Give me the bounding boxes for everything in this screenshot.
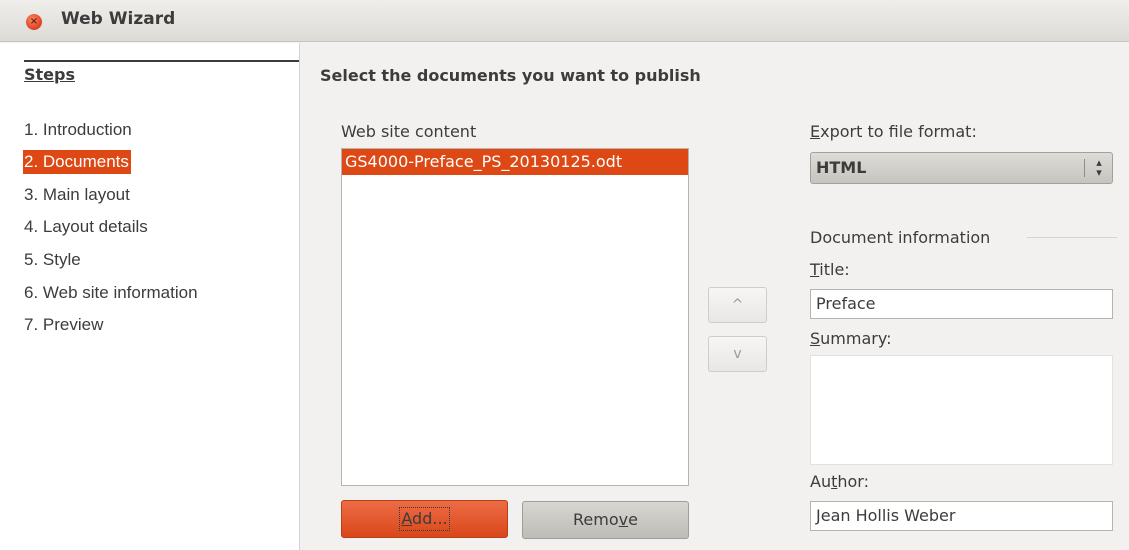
step-web-site-information[interactable]: 6. Web site information	[23, 281, 200, 305]
add-button[interactable]: Add...	[341, 500, 508, 538]
title-label: Title:	[810, 260, 850, 279]
remove-button-label: Remove	[573, 510, 638, 529]
steps-panel: Steps 1. Introduction 2. Documents 3. Ma…	[0, 43, 299, 550]
export-format-value: HTML	[816, 158, 867, 177]
select-separator	[1084, 159, 1085, 177]
move-up-button[interactable]: ^	[708, 287, 767, 323]
summary-label: Summary:	[810, 329, 892, 348]
section-title: Select the documents you want to publish	[320, 66, 701, 85]
step-documents[interactable]: 2. Documents	[23, 150, 131, 174]
export-format-select[interactable]: HTML ▴ ▾	[810, 152, 1113, 184]
close-icon[interactable]: ×	[26, 14, 42, 30]
author-label: Author:	[810, 472, 869, 491]
web-site-content-label: Web site content	[341, 122, 477, 141]
panel-divider	[299, 43, 300, 550]
step-main-layout[interactable]: 3. Main layout	[23, 183, 132, 207]
author-field[interactable]: Jean Hollis Weber	[810, 501, 1113, 531]
up-down-arrows-icon: ▴ ▾	[1096, 156, 1102, 179]
export-format-label: Export to file format:	[810, 122, 977, 141]
group-divider	[1027, 237, 1117, 238]
add-button-label: Add...	[399, 507, 450, 531]
remove-button[interactable]: Remove	[522, 501, 689, 539]
step-preview[interactable]: 7. Preview	[23, 313, 105, 337]
chevron-up-icon: ^	[731, 297, 744, 313]
step-introduction[interactable]: 1. Introduction	[23, 118, 134, 142]
steps-divider	[24, 60, 299, 62]
title-field[interactable]: Preface	[810, 289, 1113, 319]
steps-heading: Steps	[24, 65, 75, 84]
document-information-heading: Document information	[810, 228, 991, 247]
chevron-down-icon: v	[733, 346, 742, 362]
step-style[interactable]: 5. Style	[23, 248, 83, 272]
web-site-content-list[interactable]: GS4000-Preface_PS_20130125.odt	[341, 148, 689, 486]
window-titlebar: × Web Wizard	[0, 0, 1129, 42]
move-down-button[interactable]: v	[708, 336, 767, 372]
summary-field[interactable]	[810, 355, 1113, 465]
step-layout-details[interactable]: 4. Layout details	[23, 215, 150, 239]
window-title: Web Wizard	[61, 9, 176, 29]
list-item[interactable]: GS4000-Preface_PS_20130125.odt	[342, 149, 688, 175]
